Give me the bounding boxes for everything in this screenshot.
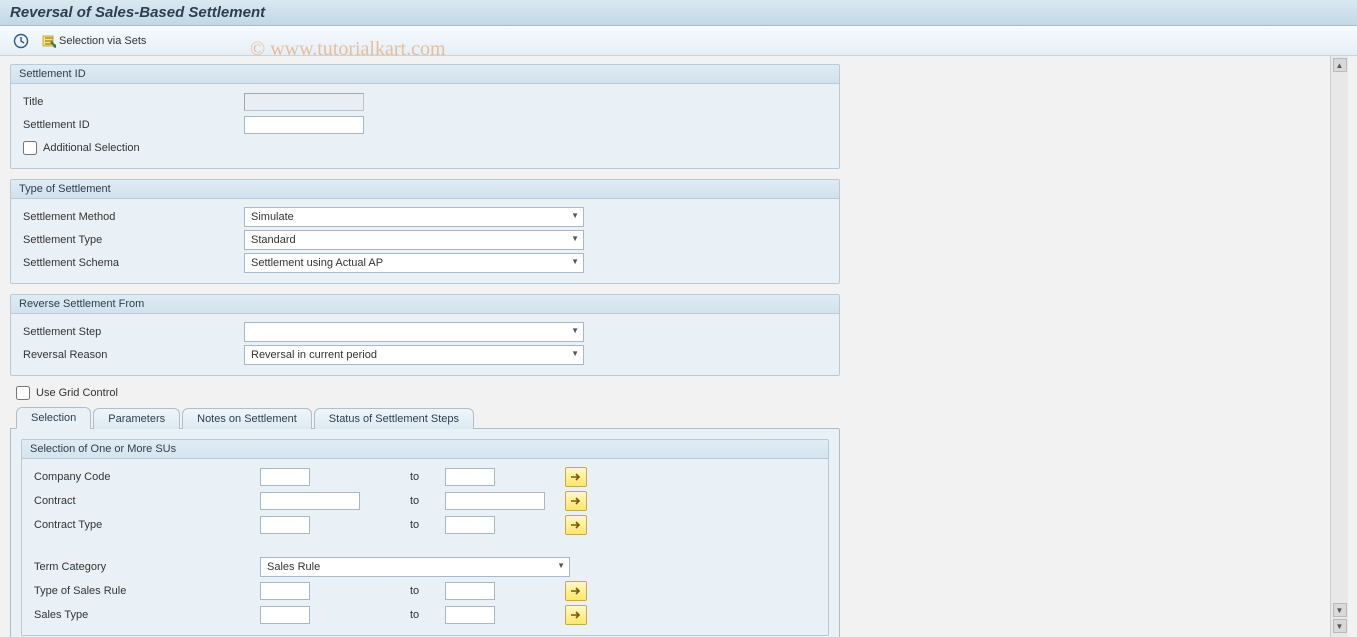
type-sales-rule-from[interactable]: [260, 582, 310, 600]
contract-type-from[interactable]: [260, 516, 310, 534]
arrow-right-icon: [570, 496, 582, 506]
tabstrip: Selection Parameters Notes on Settlement…: [10, 406, 840, 428]
tab-notes[interactable]: Notes on Settlement: [182, 408, 312, 429]
vertical-scrollbar[interactable]: ▲ ▼ ▼: [1330, 56, 1348, 637]
tab-parameters[interactable]: Parameters: [93, 408, 180, 429]
title-label: Title: [19, 96, 244, 108]
scroll-down-icon[interactable]: ▼: [1333, 603, 1347, 617]
settlement-id-label: Settlement ID: [19, 119, 244, 131]
arrow-right-icon: [570, 586, 582, 596]
contract-from[interactable]: [260, 492, 360, 510]
reversal-reason-value: Reversal in current period: [251, 349, 377, 361]
contract-multi-button[interactable]: [565, 491, 587, 511]
to-label-1: to: [410, 471, 445, 483]
settlement-step-label: Settlement Step: [19, 326, 244, 338]
company-code-multi-button[interactable]: [565, 467, 587, 487]
arrow-right-icon: [570, 610, 582, 620]
scroll-down2-icon[interactable]: ▼: [1333, 619, 1347, 633]
settlement-method-label: Settlement Method: [19, 211, 244, 223]
page-title: Reversal of Sales-Based Settlement: [0, 0, 1357, 26]
contract-type-to[interactable]: [445, 516, 495, 534]
arrow-right-icon: [570, 472, 582, 482]
reversal-reason-select[interactable]: Reversal in current period: [244, 345, 584, 365]
company-code-from[interactable]: [260, 468, 310, 486]
settlement-method-select[interactable]: Simulate: [244, 207, 584, 227]
settlement-type-label: Settlement Type: [19, 234, 244, 246]
type-sales-rule-to[interactable]: [445, 582, 495, 600]
arrow-right-icon: [570, 520, 582, 530]
settlement-method-value: Simulate: [251, 211, 294, 223]
sales-type-multi-button[interactable]: [565, 605, 587, 625]
selection-via-sets-label: Selection via Sets: [59, 35, 146, 47]
use-grid-control-label: Use Grid Control: [36, 387, 118, 399]
additional-selection-checkbox[interactable]: [23, 141, 37, 155]
main-content: Settlement ID Title Settlement ID Additi…: [0, 56, 1330, 637]
term-category-value: Sales Rule: [267, 561, 320, 573]
sales-type-from[interactable]: [260, 606, 310, 624]
tabs-container: Selection Parameters Notes on Settlement…: [10, 406, 840, 637]
contract-type-multi-button[interactable]: [565, 515, 587, 535]
contract-label: Contract: [30, 495, 260, 507]
execute-button[interactable]: [10, 30, 32, 52]
sales-type-label: Sales Type: [30, 609, 260, 621]
type-sales-rule-multi-button[interactable]: [565, 581, 587, 601]
term-category-select[interactable]: Sales Rule: [260, 557, 570, 577]
selection-via-sets-button[interactable]: Selection via Sets: [36, 30, 151, 52]
use-grid-control-checkbox[interactable]: [16, 386, 30, 400]
tab-selection[interactable]: Selection: [16, 407, 91, 429]
clock-execute-icon: [13, 33, 29, 49]
group-type-settlement: Type of Settlement Settlement Method Sim…: [10, 179, 840, 284]
group-settlement-id-title: Settlement ID: [11, 65, 839, 84]
settlement-type-select[interactable]: Standard: [244, 230, 584, 250]
company-code-label: Company Code: [30, 471, 260, 483]
group-reverse-title: Reverse Settlement From: [11, 295, 839, 314]
title-field: [244, 93, 364, 111]
additional-selection-label: Additional Selection: [43, 142, 140, 154]
settlement-schema-value: Settlement using Actual AP: [251, 257, 383, 269]
contract-to[interactable]: [445, 492, 545, 510]
reversal-reason-label: Reversal Reason: [19, 349, 244, 361]
to-label-4: to: [410, 585, 445, 597]
to-label-2: to: [410, 495, 445, 507]
group-settlement-id: Settlement ID Title Settlement ID Additi…: [10, 64, 840, 169]
scroll-up-icon[interactable]: ▲: [1333, 58, 1347, 72]
contract-type-label: Contract Type: [30, 519, 260, 531]
sales-type-to[interactable]: [445, 606, 495, 624]
tab-status[interactable]: Status of Settlement Steps: [314, 408, 474, 429]
settlement-step-select[interactable]: [244, 322, 584, 342]
to-label-3: to: [410, 519, 445, 531]
selection-sets-icon: [41, 33, 57, 49]
group-selection-su: Selection of One or More SUs Company Cod…: [21, 439, 829, 636]
to-label-5: to: [410, 609, 445, 621]
group-type-title: Type of Settlement: [11, 180, 839, 199]
settlement-schema-select[interactable]: Settlement using Actual AP: [244, 253, 584, 273]
tab-body-selection: Selection of One or More SUs Company Cod…: [10, 428, 840, 637]
term-category-label: Term Category: [30, 561, 260, 573]
type-sales-rule-label: Type of Sales Rule: [30, 585, 260, 597]
settlement-id-input[interactable]: [244, 116, 364, 134]
settlement-schema-label: Settlement Schema: [19, 257, 244, 269]
company-code-to[interactable]: [445, 468, 495, 486]
app-toolbar: Selection via Sets: [0, 26, 1357, 56]
settlement-type-value: Standard: [251, 234, 296, 246]
group-selection-su-title: Selection of One or More SUs: [22, 440, 828, 459]
group-reverse-from: Reverse Settlement From Settlement Step …: [10, 294, 840, 376]
